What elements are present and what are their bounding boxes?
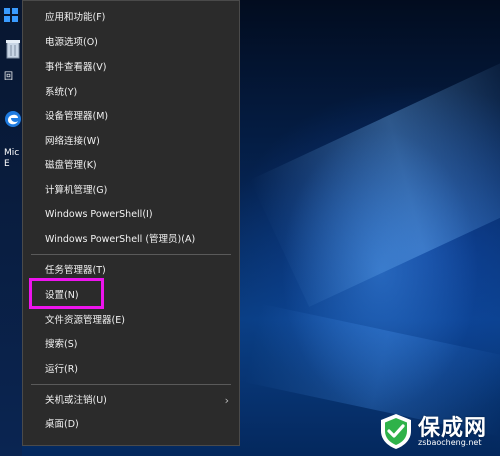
menu-item-search[interactable]: 搜索(S) — [23, 333, 239, 357]
menu-item-label: 文件资源管理器(E) — [45, 315, 125, 326]
menu-item-disk-management[interactable]: 磁盘管理(K) — [23, 154, 239, 178]
menu-item-desktop[interactable]: 桌面(D) — [23, 413, 239, 437]
menu-item-apps-features[interactable]: 应用和功能(F) — [23, 6, 239, 30]
menu-item-power-options[interactable]: 电源选项(O) — [23, 31, 239, 55]
menu-item-label: Windows PowerShell(I) — [45, 209, 153, 220]
menu-item-label: 设备管理器(M) — [45, 111, 109, 122]
recycle-bin-icon[interactable] — [4, 38, 22, 60]
screen: 回 Mic E 应用和功能(F) 电源选项(O) 事件查看器(V) 系统(Y) … — [0, 0, 500, 456]
menu-item-device-manager[interactable]: 设备管理器(M) — [23, 105, 239, 129]
menu-separator — [31, 254, 231, 255]
menu-item-event-viewer[interactable]: 事件查看器(V) — [23, 56, 239, 80]
menu-item-computer-management[interactable]: 计算机管理(G) — [23, 179, 239, 203]
menu-item-powershell[interactable]: Windows PowerShell(I) — [23, 203, 239, 227]
winx-context-menu: 应用和功能(F) 电源选项(O) 事件查看器(V) 系统(Y) 设备管理器(M)… — [22, 0, 240, 446]
menu-item-label: 任务管理器(T) — [45, 265, 106, 276]
menu-separator — [31, 384, 231, 385]
edge-icon[interactable] — [4, 108, 22, 130]
menu-item-shutdown-signout[interactable]: 关机或注销(U) › — [23, 389, 239, 413]
menu-item-powershell-admin[interactable]: Windows PowerShell (管理员)(A) — [23, 228, 239, 252]
menu-item-system[interactable]: 系统(Y) — [23, 81, 239, 105]
menu-item-label: 搜索(S) — [45, 339, 78, 350]
menu-item-label: 运行(R) — [45, 364, 79, 375]
menu-item-run[interactable]: 运行(R) — [23, 358, 239, 382]
settings-highlight-box — [29, 278, 104, 309]
edge-label: Mic E — [4, 148, 20, 169]
menu-item-label: 计算机管理(G) — [45, 185, 108, 196]
watermark: 保成网 zsbaocheng.net — [378, 408, 496, 454]
menu-item-label: 关机或注销(U) — [45, 395, 107, 406]
menu-item-label: 事件查看器(V) — [45, 62, 107, 73]
menu-item-label: Windows PowerShell (管理员)(A) — [45, 234, 196, 245]
menu-item-label: 应用和功能(F) — [45, 12, 106, 23]
menu-item-label: 桌面(D) — [45, 419, 79, 430]
menu-item-file-explorer[interactable]: 文件资源管理器(E) — [23, 309, 239, 333]
watermark-url: zsbaocheng.net — [418, 438, 482, 447]
menu-item-label: 磁盘管理(K) — [45, 160, 97, 171]
chevron-right-icon: › — [224, 394, 229, 407]
wallpaper-light-beam — [250, 61, 500, 307]
shield-check-icon — [381, 414, 411, 449]
desktop-icon-column: 回 Mic E — [0, 0, 22, 456]
recycle-bin-label: 回 — [4, 72, 14, 82]
windows-logo-icon[interactable] — [4, 8, 18, 22]
menu-item-network-connections[interactable]: 网络连接(W) — [23, 130, 239, 154]
menu-item-label: 网络连接(W) — [45, 136, 100, 147]
menu-item-label: 电源选项(O) — [45, 37, 98, 48]
menu-item-label: 系统(Y) — [45, 87, 78, 98]
